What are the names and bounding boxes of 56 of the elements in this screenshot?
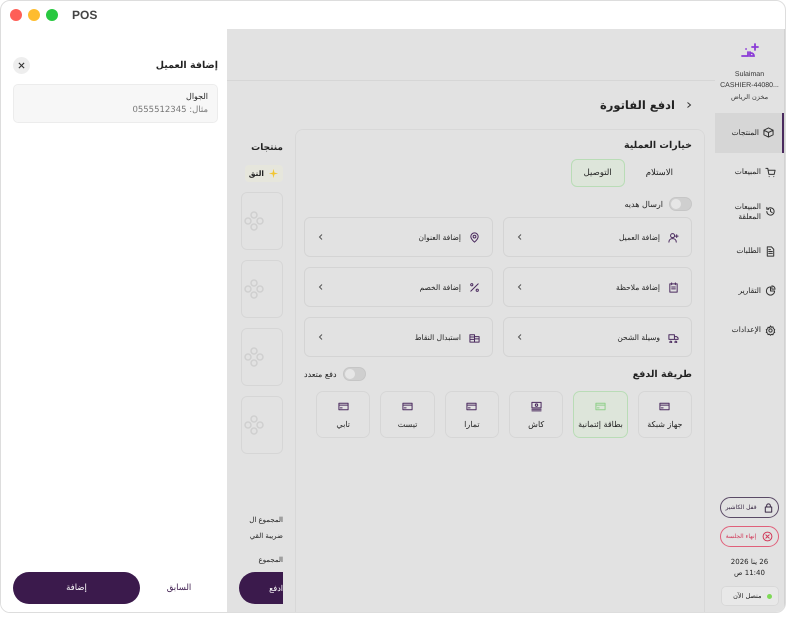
toggle-label: دفع متعدد	[304, 370, 337, 378]
toggle-label: ارسال هديه	[624, 200, 663, 208]
card-icon	[402, 400, 414, 412]
payment-method[interactable]: تابي	[316, 391, 370, 438]
chevron-icon	[317, 333, 325, 341]
chevron-icon	[317, 283, 325, 291]
minimize-window-button[interactable]	[28, 9, 40, 21]
chevron-icon	[516, 333, 524, 341]
tab[interactable]: التوصيل	[570, 159, 625, 187]
pay-button[interactable]: ادفع	[239, 572, 283, 604]
cart-icon	[765, 166, 776, 178]
card-icon	[595, 400, 606, 412]
chevron-icon	[317, 233, 325, 241]
payment-method[interactable]: جهاز شبكة	[638, 391, 692, 438]
close-icon	[18, 62, 25, 69]
settings-icon	[765, 324, 776, 336]
payment-method[interactable]: تمارا	[444, 391, 500, 438]
close-button[interactable]	[13, 57, 30, 74]
toggle-switch[interactable]	[669, 197, 692, 211]
close-circle-icon	[762, 531, 774, 542]
payment-method[interactable]: كاش	[509, 391, 564, 438]
card-icon	[659, 400, 670, 412]
drawer-title: إضافة العميل	[156, 60, 218, 71]
maximize-window-button[interactable]	[46, 9, 58, 21]
tab[interactable]: الاستلام	[632, 159, 686, 187]
chevron-icon	[516, 283, 524, 291]
payment-method[interactable]: بطاقة إئتمانية	[573, 391, 628, 438]
phone-input[interactable]: مثال: 0555512345	[23, 105, 208, 115]
section-title: طريقة الدفع	[632, 368, 692, 380]
section-title: منتجات	[251, 143, 283, 153]
cash-register-icon	[530, 400, 542, 412]
location-pin-icon	[469, 232, 480, 242]
page-title: ادفع الفاتورة	[600, 98, 675, 112]
back-chevron-icon	[685, 101, 693, 109]
lock-icon	[762, 502, 774, 513]
card-icon	[466, 400, 478, 412]
payment-method[interactable]: تيست	[380, 391, 435, 438]
toggle-switch[interactable]	[342, 367, 366, 381]
box-icon	[763, 127, 774, 138]
close-window-button[interactable]	[10, 9, 22, 21]
sparkle-icon	[268, 168, 279, 179]
section-title: خيارات العملية	[623, 140, 692, 151]
add-button[interactable]: إضافة	[13, 572, 140, 604]
percent-icon	[469, 282, 480, 292]
document-icon	[765, 246, 776, 257]
pie-chart-icon	[765, 285, 776, 296]
card-icon	[338, 400, 349, 412]
back-button[interactable]: السابق	[140, 572, 218, 604]
history-icon	[765, 206, 776, 218]
window-title: POS	[72, 8, 98, 22]
stacked-blocks-icon	[469, 332, 480, 342]
field-label: الجوال	[185, 92, 208, 101]
truck-icon	[668, 332, 679, 342]
chevron-icon	[516, 233, 524, 241]
user-plus-icon	[668, 232, 679, 242]
notepad-icon	[668, 282, 679, 292]
